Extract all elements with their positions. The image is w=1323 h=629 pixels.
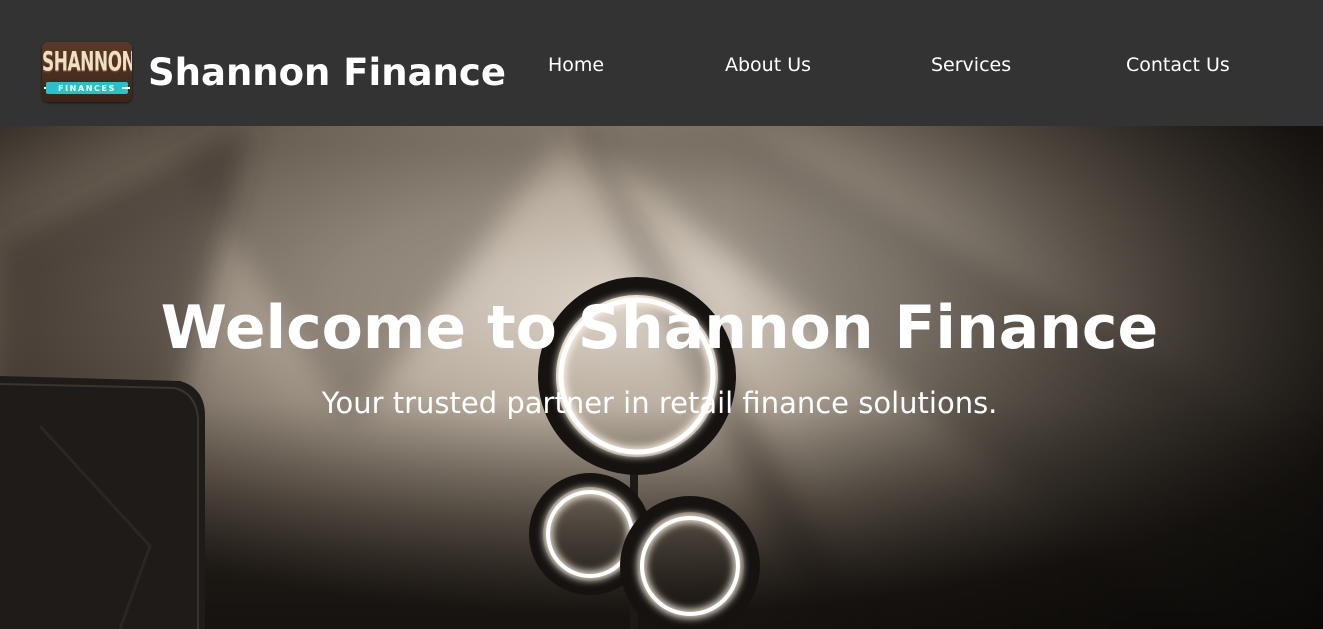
nav-home-link[interactable]: Home (548, 53, 604, 77)
brand[interactable]: SHANNON FINANCES Shannon Finance (42, 42, 506, 102)
logo-top-text: SHANNON (42, 47, 132, 78)
site-title[interactable]: Shannon Finance (148, 54, 506, 91)
hero-title: Welcome to Shannon Finance (160, 293, 1159, 363)
logo-bottom-band: FINANCES (46, 82, 128, 94)
shannon-finances-logo[interactable]: SHANNON FINANCES (42, 42, 132, 102)
nav-contact-us-link[interactable]: Contact Us (1126, 53, 1230, 77)
hero-subtitle: Your trusted partner in retail finance s… (321, 386, 998, 420)
ring-lamp-photo (0, 126, 1323, 629)
logo-right-line (122, 87, 130, 89)
hero-section: Welcome to Shannon Finance Your trusted … (0, 126, 1323, 629)
top-navbar: SHANNON FINANCES Shannon Finance Home Ab… (0, 0, 1323, 126)
nav-services-link[interactable]: Services (931, 53, 1011, 77)
nav-about-us-link[interactable]: About Us (725, 53, 811, 77)
logo-bottom-text: FINANCES (58, 83, 116, 93)
